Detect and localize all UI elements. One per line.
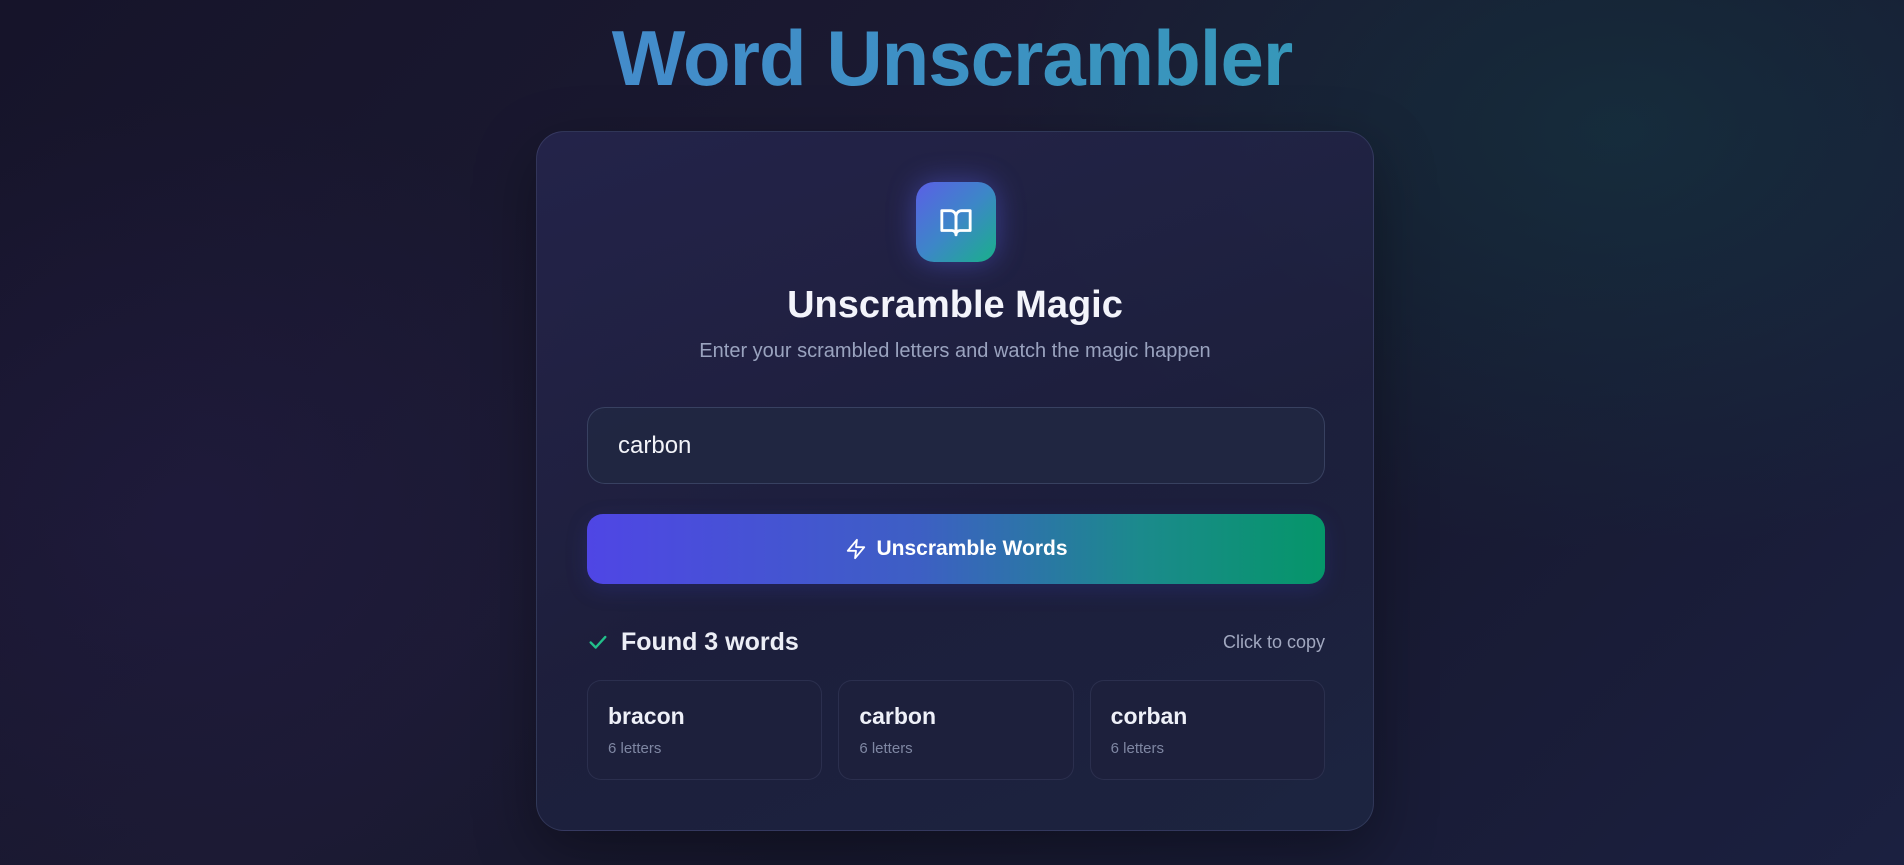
word-text: corban: [1110, 703, 1188, 729]
word-length: 6 letters: [1110, 740, 1165, 757]
results-header: Found 3 words Click to copy: [587, 624, 1325, 660]
word-card[interactable]: corban 6 letters: [1089, 680, 1325, 780]
word-card[interactable]: carbon 6 letters: [838, 680, 1074, 780]
word-text: bracon: [608, 703, 685, 729]
results-grid: bracon 6 letters carbon 6 letters corban…: [587, 680, 1325, 780]
book-open-icon: [916, 182, 996, 262]
copy-hint: Click to copy: [1222, 631, 1325, 652]
card-subheading: Enter your scrambled letters and watch t…: [699, 340, 1211, 362]
results-count: Found 3 words: [621, 627, 799, 656]
checkmark-icon: [587, 631, 609, 653]
word-card[interactable]: bracon 6 letters: [587, 680, 823, 780]
word-length: 6 letters: [608, 740, 662, 757]
app-title: Word Unscrambler: [0, 12, 1904, 106]
word-length: 6 letters: [859, 740, 913, 757]
scrambled-letters-input[interactable]: [587, 407, 1325, 484]
unscramble-card: Unscramble Magic Enter your scrambled le…: [536, 131, 1374, 831]
lightning-icon: [845, 538, 867, 560]
card-heading: Unscramble Magic: [787, 284, 1123, 326]
word-text: carbon: [859, 703, 937, 729]
unscramble-button[interactable]: Unscramble Words: [587, 514, 1325, 584]
unscramble-button-label: Unscramble Words: [876, 537, 1068, 560]
